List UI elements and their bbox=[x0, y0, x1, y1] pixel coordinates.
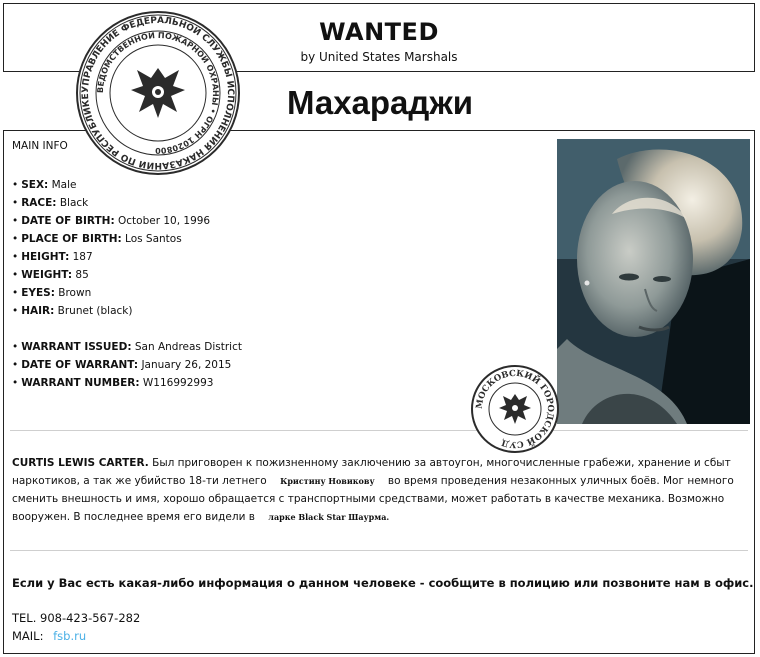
suspect-photo-illustration bbox=[557, 139, 750, 424]
mail-link[interactable]: fsb.ru bbox=[53, 629, 86, 643]
last-seen-place: ларке Black Star Шаурма. bbox=[268, 512, 390, 522]
list-item: • SEX: Male bbox=[12, 179, 77, 191]
mail-line: MAIL: fsb.ru bbox=[12, 629, 86, 643]
description: CURTIS LEWIS CARTER. Был приговорен к по… bbox=[12, 454, 748, 526]
section-divider bbox=[10, 550, 748, 551]
info-list: • SEX: Male • RACE: Black • DATE OF BIRTH: … bbox=[12, 176, 242, 392]
victim-name: Кристину Новикову bbox=[280, 476, 375, 486]
person-name: CURTIS LEWIS CARTER. bbox=[12, 457, 149, 469]
list-item: • WARRANT NUMBER: W116992993 bbox=[12, 377, 214, 389]
info-request: Если у Вас есть какая-либо информация о … bbox=[12, 576, 754, 590]
list-item: • PLACE OF BIRTH: Los Santos bbox=[12, 233, 182, 245]
court-seal-stamp: МОСКОВСКИЙ ГОРОДСКОЙ СУД bbox=[471, 365, 559, 453]
main-info-box: MAIN INFO • SEX: Male • RACE: Black • DATE … bbox=[3, 130, 755, 654]
official-seal-stamp: УПРАВЛЕНИЕ ФЕДЕРАЛЬНОЙ СЛУЖБЫ ИСПОЛНЕНИЯ… bbox=[73, 8, 240, 175]
list-item: • WEIGHT: 85 bbox=[12, 269, 89, 281]
phone-line: TEL. 908-423-567-282 bbox=[12, 611, 140, 625]
list-item: • RACE: Black bbox=[12, 197, 89, 209]
phone-label: TEL. bbox=[12, 611, 37, 625]
list-item: • HAIR: Brunet (black) bbox=[12, 305, 133, 317]
list-item: • DATE OF BIRTH: October 10, 1996 bbox=[12, 215, 211, 227]
list-item: • EYES: Brown bbox=[12, 287, 92, 299]
phone-number: 908-423-567-282 bbox=[40, 611, 141, 625]
list-item: • HEIGHT: 187 bbox=[12, 251, 93, 263]
list-item: • DATE OF WARRANT: January 26, 2015 bbox=[12, 359, 232, 371]
list-item: • WARRANT ISSUED: San Andreas District bbox=[12, 341, 242, 353]
mail-label: MAIL: bbox=[12, 629, 44, 643]
suspect-photo bbox=[557, 139, 750, 424]
main-info-label: MAIN INFO bbox=[12, 140, 68, 152]
section-divider bbox=[10, 430, 748, 431]
